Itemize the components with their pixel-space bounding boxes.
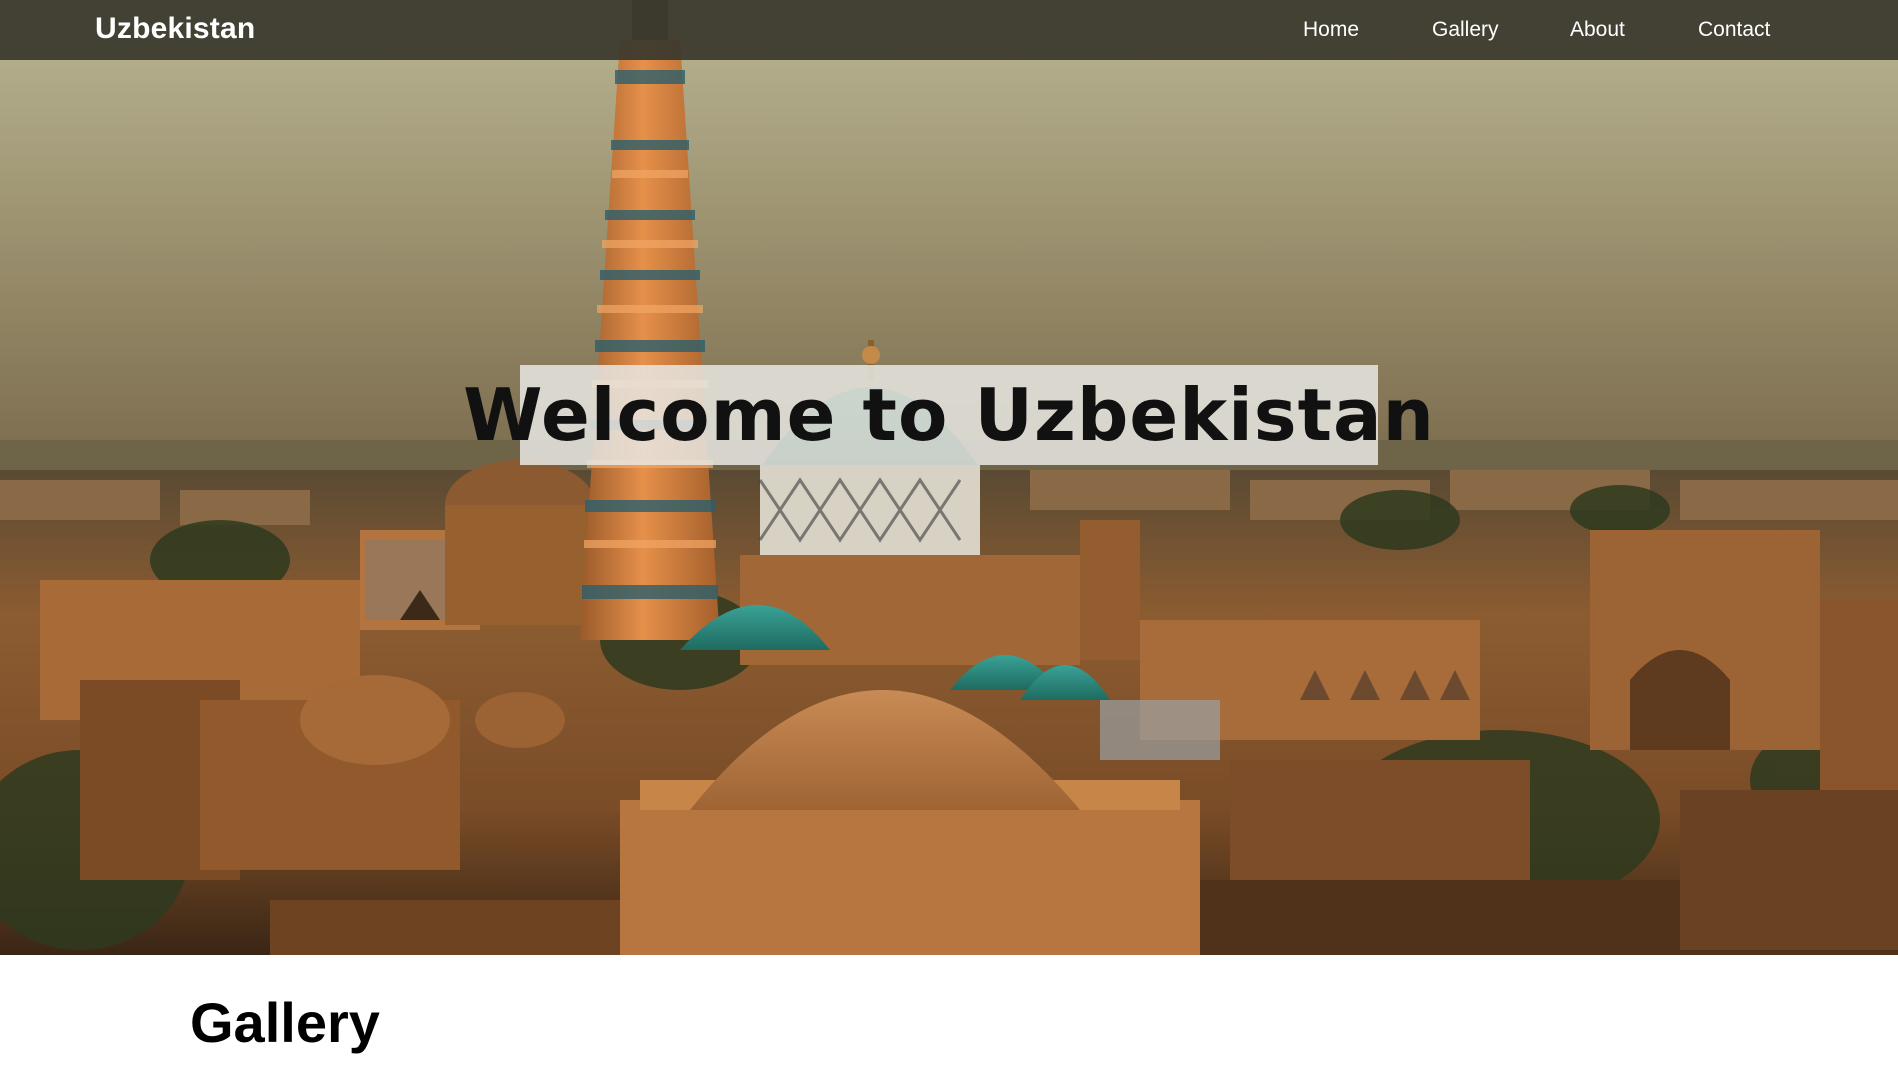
page: Uzbekistan Home Gallery About Contact We… <box>0 0 1898 1078</box>
nav-link-gallery[interactable]: Gallery <box>1432 18 1499 42</box>
nav-link-about[interactable]: About <box>1570 18 1625 42</box>
gallery-section-title: Gallery <box>190 991 380 1054</box>
hero-section <box>0 0 1898 955</box>
welcome-heading: Welcome to Uzbekistan <box>463 373 1435 457</box>
brand-logo-link[interactable]: Uzbekistan <box>95 12 255 46</box>
nav-link-home[interactable]: Home <box>1303 18 1359 42</box>
top-navbar: Uzbekistan Home Gallery About Contact <box>0 0 1898 60</box>
hero-background-image <box>0 0 1898 955</box>
welcome-banner: Welcome to Uzbekistan <box>463 365 1434 465</box>
nav-link-contact[interactable]: Contact <box>1698 18 1770 42</box>
